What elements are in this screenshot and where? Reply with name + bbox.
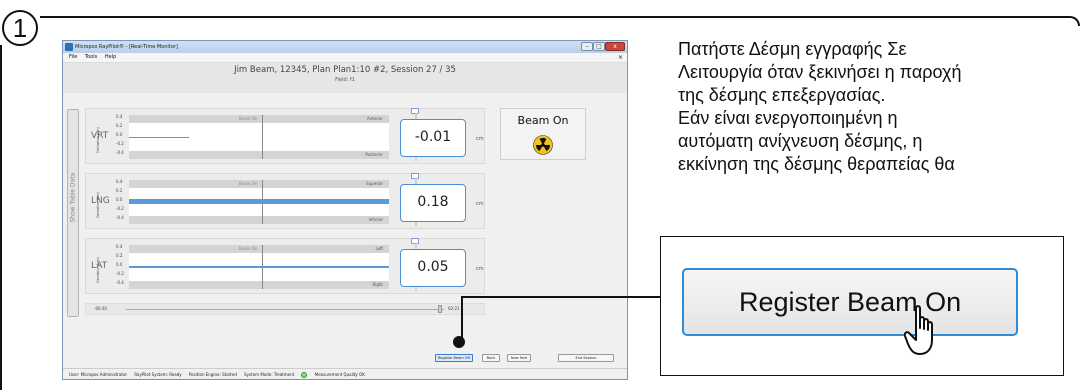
direction-label-left: Left bbox=[375, 246, 383, 251]
time-end-label: 02:21 bbox=[448, 306, 460, 311]
session-title: Jim Beam, 12345, Plan Plan1:10 #2, Sessi… bbox=[234, 65, 456, 75]
tick-label: 0.2 bbox=[116, 188, 123, 193]
time-start-label: -00:30 bbox=[94, 306, 107, 311]
step-divider-line bbox=[40, 16, 1080, 26]
menu-help[interactable]: Help bbox=[105, 54, 116, 60]
plot-tolerance-band: Inferior bbox=[129, 216, 389, 224]
direction-label-posterior: Posterior bbox=[365, 152, 383, 157]
menu-bar: File Tools Help × bbox=[63, 53, 627, 63]
field-label: Field: f1 bbox=[335, 77, 355, 83]
plot-tolerance-band: Right bbox=[129, 281, 389, 289]
title-bar: Micropos RayPilot® - [Real-Time Monitor]… bbox=[63, 41, 627, 53]
lat-unit: cm bbox=[476, 266, 484, 272]
tick-label: 0.4 bbox=[116, 244, 123, 249]
lat-value: 0.05 bbox=[400, 249, 466, 287]
tick-label: 0.2 bbox=[116, 123, 123, 128]
time-slider[interactable]: -00:30 02:21 bbox=[85, 303, 485, 315]
lng-unit: cm bbox=[476, 201, 484, 207]
callout-anchor-dot bbox=[453, 336, 465, 348]
tick-label: -0.2 bbox=[116, 141, 124, 146]
tick-label: -0.4 bbox=[116, 215, 124, 220]
step-number: 1 bbox=[2, 10, 38, 46]
status-system: RayPilot System: Ready bbox=[134, 372, 182, 377]
y-axis-label: Deviation (cm) bbox=[96, 257, 100, 283]
instruction-line: αυτόματη ανίχνευση δέσμης, η bbox=[678, 131, 923, 151]
tick-label: -0.4 bbox=[116, 280, 124, 285]
menu-tools[interactable]: Tools bbox=[85, 54, 97, 60]
beam-on-marker-label: Beam On bbox=[239, 116, 258, 121]
vrt-value: -0.01 bbox=[400, 119, 466, 157]
tick-label: 0.4 bbox=[116, 179, 123, 184]
time-slider-thumb[interactable] bbox=[438, 305, 442, 313]
direction-label-right: Right bbox=[372, 282, 383, 287]
tick-label: 0.2 bbox=[116, 253, 123, 258]
tick-label: 0.0 bbox=[116, 132, 123, 137]
beam-on-marker bbox=[262, 115, 263, 159]
status-bar: User: Micropos Administrator RayPilot Sy… bbox=[63, 368, 627, 379]
end-session-button[interactable]: End Session bbox=[558, 354, 614, 362]
instruction-text: Πατήστε Δέσμη εγγραφής Σε Λειτουργία ότα… bbox=[678, 38, 1070, 176]
close-icon[interactable]: × bbox=[618, 53, 623, 62]
callout-leader-horizontal bbox=[461, 296, 661, 298]
status-mode: System Mode: Treatment bbox=[244, 372, 295, 377]
axis-name-lng: LNG bbox=[91, 196, 110, 206]
app-icon bbox=[65, 43, 73, 51]
deviation-trace bbox=[129, 137, 189, 138]
deviation-trace bbox=[129, 199, 389, 204]
instruction-line: Πατήστε Δέσμη εγγραφής Σε bbox=[678, 39, 907, 59]
hand-cursor-icon bbox=[904, 305, 933, 355]
new-field-button[interactable]: New field bbox=[507, 354, 531, 362]
instruction-line: Εάν είναι ενεργοποιημένη η bbox=[678, 108, 898, 128]
beam-on-marker-label: Beam On bbox=[239, 181, 258, 186]
lat-deviation-plot: Left Right Beam On bbox=[129, 245, 389, 289]
plot-tolerance-band: Superior bbox=[129, 180, 389, 188]
plot-tolerance-band: Left bbox=[129, 245, 389, 253]
tick-label: -0.2 bbox=[116, 206, 124, 211]
register-beam-off-button[interactable]: Register Beam Off bbox=[435, 354, 473, 362]
window-title: Micropos RayPilot® - [Real-Time Monitor] bbox=[75, 44, 178, 50]
lng-value: 0.18 bbox=[400, 184, 466, 222]
plot-tolerance-band: Posterior bbox=[129, 151, 389, 159]
show-table-data-tab[interactable]: Show Table Data bbox=[67, 109, 79, 317]
y-axis-label: Deviation (cm) bbox=[96, 127, 100, 153]
vrt-unit: cm bbox=[476, 136, 484, 142]
tick-label: 0.0 bbox=[116, 197, 123, 202]
vrt-deviation-plot: Anterior Posterior Beam On bbox=[129, 115, 389, 159]
direction-label-anterior: Anterior bbox=[366, 116, 383, 121]
menu-file[interactable]: File bbox=[69, 54, 77, 60]
beam-on-marker-label: Beam On bbox=[239, 246, 258, 251]
tick-label: -0.2 bbox=[116, 271, 124, 276]
beam-status-label: Beam On bbox=[517, 114, 569, 127]
time-track bbox=[126, 309, 444, 310]
direction-label-superior: Superior bbox=[366, 181, 383, 186]
radiation-icon bbox=[533, 135, 553, 155]
status-quality: Measurement Quality OK bbox=[314, 372, 365, 377]
instruction-line: εκκίνηση της δέσμης θεραπείας θα bbox=[678, 154, 955, 174]
beam-status-box: Beam On bbox=[500, 108, 586, 160]
minimize-button[interactable]: – bbox=[581, 42, 593, 51]
tick-label: -0.4 bbox=[116, 150, 124, 155]
maximize-button[interactable]: □ bbox=[593, 42, 605, 51]
status-user: User: Micropos Administrator bbox=[69, 372, 128, 377]
show-table-data-label: Show Table Data bbox=[69, 172, 77, 223]
register-beam-on-button[interactable]: Register Beam On bbox=[682, 268, 1018, 336]
instruction-line: της δέσμης επεξεργασίας. bbox=[678, 85, 886, 105]
lng-deviation-plot: Superior Inferior Beam On bbox=[129, 180, 389, 224]
close-window-button[interactable]: x bbox=[605, 42, 625, 51]
tick-label: 0.0 bbox=[116, 262, 123, 267]
tick-label: 0.4 bbox=[116, 114, 123, 119]
plot-tolerance-band: Anterior bbox=[129, 115, 389, 123]
status-engine: Position Engine: Started bbox=[188, 372, 237, 377]
realtime-monitor-window: Micropos RayPilot® - [Real-Time Monitor]… bbox=[62, 40, 628, 380]
instruction-line: Λειτουργία όταν ξεκινήσει η παροχή bbox=[678, 62, 962, 82]
deviation-trace bbox=[129, 266, 389, 268]
direction-label-inferior: Inferior bbox=[368, 217, 383, 222]
back-button[interactable]: Back bbox=[482, 354, 500, 362]
quality-ok-icon bbox=[301, 372, 308, 378]
step-left-rule bbox=[0, 45, 2, 390]
y-axis-label: Deviation (cm) bbox=[96, 192, 100, 218]
